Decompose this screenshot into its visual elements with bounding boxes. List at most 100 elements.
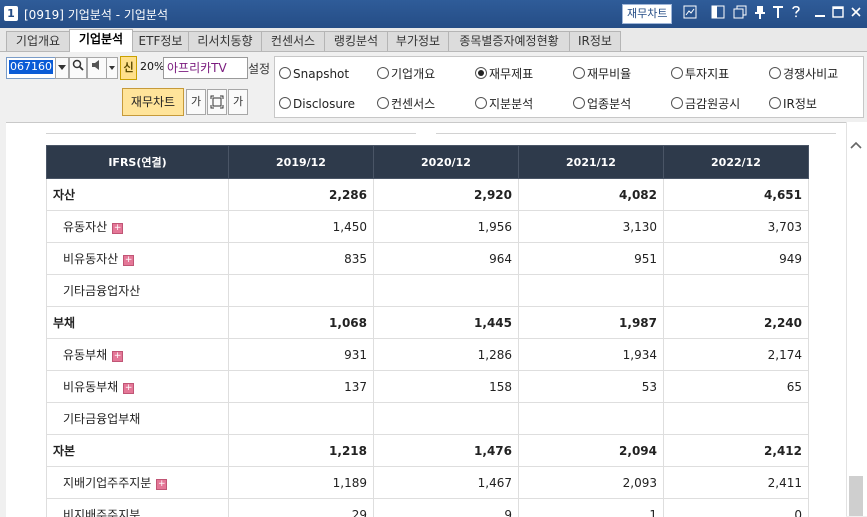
value-cell: 53 <box>519 371 664 403</box>
font-size-up-button[interactable]: 가 <box>228 89 248 115</box>
report-type-radio-group: Snapshot 기업개요 재무제표 재무비율 투자지표 경쟁사비교 Discl… <box>274 56 864 118</box>
value-cell: 964 <box>374 243 519 275</box>
radio-fss-disclosure[interactable]: 금감원공시 <box>671 97 740 111</box>
copy-window-icon[interactable] <box>732 5 748 21</box>
radio-ir-info[interactable]: IR정보 <box>769 97 817 111</box>
row-label: 기타금융업자산 <box>47 275 229 307</box>
speaker-button[interactable] <box>87 57 107 79</box>
tab-company-analysis[interactable]: 기업분석 <box>69 29 133 52</box>
value-cell <box>519 275 664 307</box>
toolbar: 067160 신 20% 아프리카TV 설정 재무차트 가 가 Snapshot… <box>0 52 867 118</box>
table-row: 자본1,2181,4762,0942,412 <box>47 435 809 467</box>
company-name-field[interactable]: 아프리카TV <box>163 57 248 79</box>
row-label-text: 자산 <box>53 188 75 202</box>
value-cell: 29 <box>229 499 374 517</box>
financial-chart-button[interactable]: 재무차트 <box>122 88 184 116</box>
financial-statement-table: IFRS(연결) 2019/12 2020/12 2021/12 2022/12… <box>46 145 809 517</box>
tab-etf-info[interactable]: ETF정보 <box>132 31 189 51</box>
radio-consensus[interactable]: 컨센서스 <box>377 97 435 111</box>
divider <box>436 133 836 134</box>
font-size-up-label: 가 <box>233 95 243 108</box>
value-cell <box>229 403 374 435</box>
value-cell: 1,956 <box>374 211 519 243</box>
radio-ownership-analysis[interactable]: 지분분석 <box>475 97 533 111</box>
financial-chart-title-button[interactable]: 재무차트 <box>622 4 672 24</box>
pin-icon[interactable] <box>752 5 768 21</box>
expand-plus-icon[interactable]: + <box>123 255 134 266</box>
divider <box>46 133 416 134</box>
radio-investment-indicators[interactable]: 투자지표 <box>671 67 729 81</box>
row-label: 자산 <box>47 179 229 211</box>
fit-screen-button[interactable] <box>207 89 227 115</box>
row-label: 유동부채+ <box>47 339 229 371</box>
window-number-badge: 1 <box>4 6 18 21</box>
font-icon[interactable] <box>770 5 786 21</box>
row-label: 비유동부채 + <box>47 371 229 403</box>
close-icon[interactable] <box>848 5 864 21</box>
value-cell: 2,411 <box>664 467 809 499</box>
row-label-text: 기타금융업자산 <box>63 284 140 298</box>
expand-plus-icon[interactable]: + <box>123 383 134 394</box>
value-cell: 2,093 <box>519 467 664 499</box>
value-cell: 1,450 <box>229 211 374 243</box>
speaker-dropdown-button[interactable] <box>106 57 118 79</box>
tab-research-trends[interactable]: 리서치동향 <box>188 31 262 51</box>
value-cell: 137 <box>229 371 374 403</box>
table-row: 비지배주주지분29910 <box>47 499 809 517</box>
row-label-text: 유동자산 <box>63 220 107 234</box>
radio-industry-analysis[interactable]: 업종분석 <box>573 97 631 111</box>
row-label: 지배기업주주지분 + <box>47 467 229 499</box>
tab-capital-increase-schedule[interactable]: 종목별증자예정현황 <box>448 31 570 51</box>
link-window-icon[interactable] <box>710 5 726 21</box>
radio-company-overview[interactable]: 기업개요 <box>377 67 435 81</box>
chevron-down-icon <box>58 65 66 71</box>
header-period: 2021/12 <box>519 146 664 179</box>
tab-ir-info[interactable]: IR정보 <box>569 31 621 51</box>
row-label-text: 비유동부채 <box>63 380 118 394</box>
value-cell: 2,240 <box>664 307 809 339</box>
value-cell: 1,445 <box>374 307 519 339</box>
row-label: 부채 <box>47 307 229 339</box>
minimize-icon[interactable] <box>812 5 828 21</box>
expand-plus-icon[interactable]: + <box>156 479 167 490</box>
value-cell: 1 <box>519 499 664 517</box>
tab-company-overview[interactable]: 기업개요 <box>6 31 70 51</box>
value-cell <box>374 275 519 307</box>
radio-disclosure[interactable]: Disclosure <box>279 97 355 111</box>
radio-snapshot[interactable]: Snapshot <box>279 67 349 81</box>
table-row: 자산2,2862,9204,0824,651 <box>47 179 809 211</box>
row-label-text: 지배기업주주지분 <box>63 476 151 490</box>
tab-additional-info[interactable]: 부가정보 <box>387 31 449 51</box>
tab-ranking-analysis[interactable]: 랭킹분석 <box>324 31 388 51</box>
maximize-icon[interactable] <box>830 5 846 21</box>
radio-financial-statements[interactable]: 재무제표 <box>475 67 533 81</box>
expand-plus-icon[interactable]: + <box>112 351 123 362</box>
value-cell <box>229 275 374 307</box>
stock-code-input[interactable]: 067160 <box>6 57 56 79</box>
value-cell <box>664 403 809 435</box>
chevron-down-icon <box>109 66 115 71</box>
font-size-down-button[interactable]: 가 <box>186 89 206 115</box>
vertical-scrollbar[interactable] <box>846 122 867 516</box>
row-label: 비지배주주지분 <box>47 499 229 517</box>
chart-icon[interactable] <box>682 5 698 21</box>
table-row: 비유동부채+1371585365 <box>47 371 809 403</box>
value-cell: 9 <box>374 499 519 517</box>
table-row: 비유동자산+835964951949 <box>47 243 809 275</box>
value-cell: 2,286 <box>229 179 374 211</box>
value-cell: 158 <box>374 371 519 403</box>
financial-statements-panel: IFRS(연결) 2019/12 2020/12 2021/12 2022/12… <box>6 122 846 517</box>
tab-consensus[interactable]: 컨센서스 <box>261 31 325 51</box>
expand-plus-icon[interactable]: + <box>112 223 123 234</box>
code-dropdown-button[interactable] <box>55 57 69 79</box>
credit-badge[interactable]: 신 <box>120 56 137 80</box>
tab-bar: 기업개요 기업분석 ETF정보 리서치동향 컨센서스 랭킹분석 부가정보 종목별… <box>0 28 867 52</box>
radio-competitor-comparison[interactable]: 경쟁사비교 <box>769 67 838 81</box>
help-icon[interactable] <box>788 5 804 21</box>
search-button[interactable] <box>69 57 87 79</box>
fit-screen-icon <box>210 95 224 109</box>
scroll-thumb[interactable] <box>849 476 863 516</box>
scroll-up-icon[interactable] <box>850 138 862 152</box>
settings-link[interactable]: 설정 <box>248 60 270 77</box>
radio-financial-ratios[interactable]: 재무비율 <box>573 67 631 81</box>
